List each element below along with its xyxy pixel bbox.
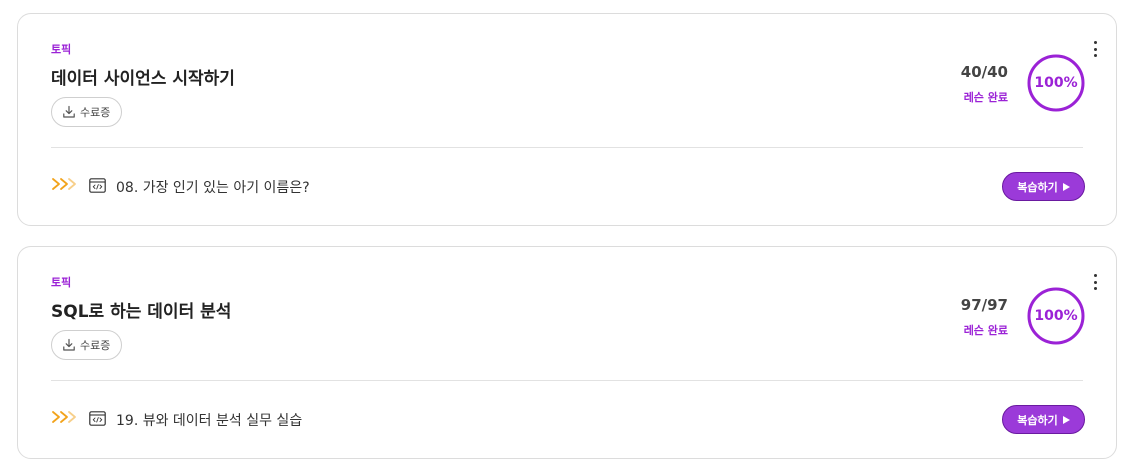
chevrons-right-icon bbox=[51, 176, 79, 196]
more-vertical-icon[interactable] bbox=[1088, 271, 1102, 293]
lesson-status: 레슨 완료 bbox=[963, 324, 1008, 337]
certificate-label: 수료증 bbox=[80, 339, 111, 352]
course-card: 토픽 데이터 사이언스 시작하기 수료증 40/40 레슨 완료 100% 08… bbox=[17, 13, 1117, 226]
progress-percent: 100% bbox=[1034, 308, 1078, 324]
course-card: 토픽 SQL로 하는 데이터 분석 수료증 97/97 레슨 완료 100% 1… bbox=[17, 246, 1117, 459]
code-window-icon bbox=[89, 178, 106, 197]
divider bbox=[51, 147, 1083, 148]
download-icon bbox=[62, 105, 76, 119]
review-button[interactable]: 복습하기 bbox=[1002, 405, 1085, 434]
play-icon bbox=[1062, 415, 1070, 424]
lesson-status: 레슨 완료 bbox=[963, 91, 1008, 104]
chevrons-right-icon bbox=[51, 409, 79, 429]
review-label: 복습하기 bbox=[1017, 413, 1058, 427]
divider bbox=[51, 380, 1083, 381]
topic-tag: 토픽 bbox=[51, 43, 72, 56]
review-button[interactable]: 복습하기 bbox=[1002, 172, 1085, 201]
lesson-count: 40/40 bbox=[960, 63, 1008, 81]
lesson-count: 97/97 bbox=[960, 296, 1008, 314]
course-title[interactable]: 데이터 사이언스 시작하기 bbox=[51, 64, 235, 89]
topic-tag: 토픽 bbox=[51, 276, 72, 289]
last-lesson-title[interactable]: 08. 가장 인기 있는 아기 이름은? bbox=[116, 177, 310, 197]
progress-ring: 100% bbox=[1026, 53, 1086, 113]
progress-percent: 100% bbox=[1034, 75, 1078, 91]
progress-ring: 100% bbox=[1026, 286, 1086, 346]
last-lesson-title[interactable]: 19. 뷰와 데이터 분석 실무 실습 bbox=[116, 410, 302, 430]
play-icon bbox=[1062, 182, 1070, 191]
course-title[interactable]: SQL로 하는 데이터 분석 bbox=[51, 297, 231, 322]
more-vertical-icon[interactable] bbox=[1088, 38, 1102, 60]
code-window-icon bbox=[89, 411, 106, 430]
certificate-button[interactable]: 수료증 bbox=[51, 97, 123, 127]
download-icon bbox=[62, 338, 76, 352]
certificate-button[interactable]: 수료증 bbox=[51, 330, 123, 360]
review-label: 복습하기 bbox=[1017, 180, 1058, 194]
certificate-label: 수료증 bbox=[80, 106, 111, 119]
